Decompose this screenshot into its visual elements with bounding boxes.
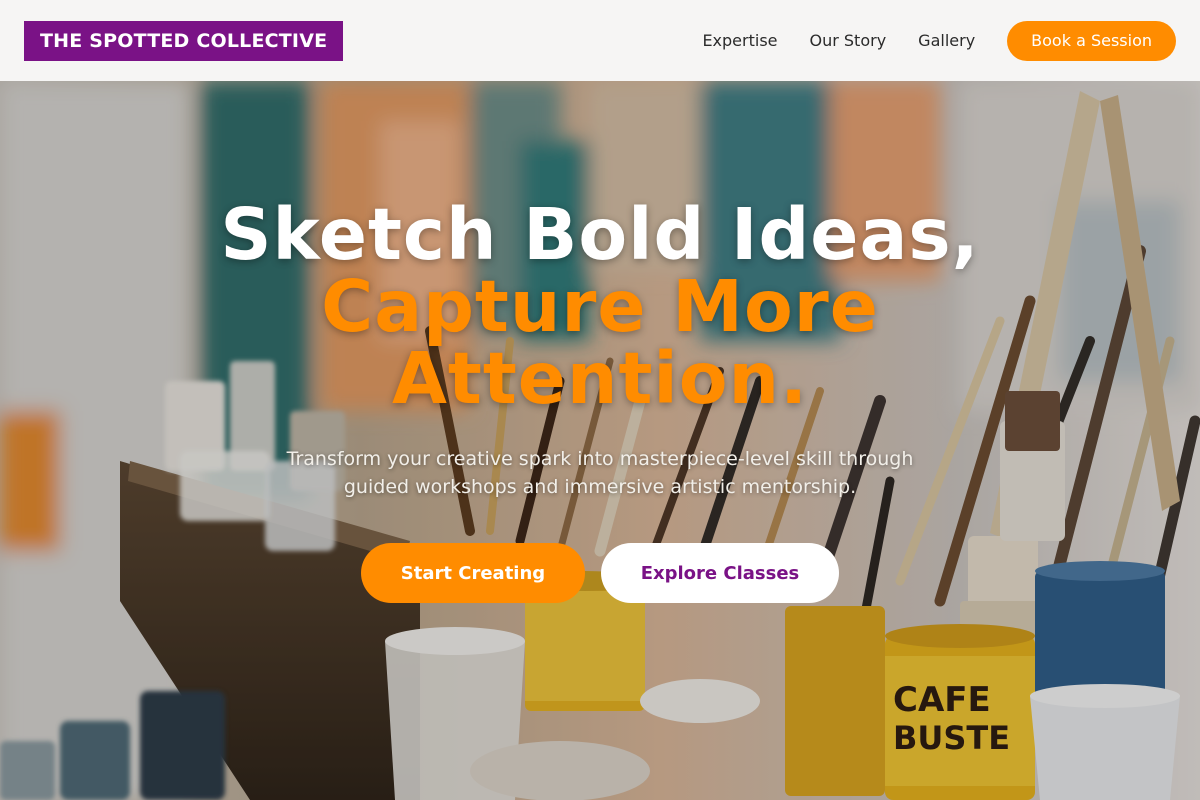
- hero-cta-row: Start Creating Explore Classes: [0, 543, 1200, 603]
- site-header: THE SPOTTED COLLECTIVE Expertise Our Sto…: [0, 0, 1200, 81]
- hero-headline: Sketch Bold Ideas, Capture More Attentio…: [0, 199, 1200, 415]
- hero-subtitle: Transform your creative spark into maste…: [286, 448, 914, 498]
- hero-section: CAFE BUSTE Sketch Bold Ideas, Capture Mo…: [0, 81, 1200, 800]
- nav-link-our-story[interactable]: Our Story: [810, 31, 887, 50]
- start-creating-button[interactable]: Start Creating: [361, 543, 585, 603]
- explore-classes-button[interactable]: Explore Classes: [601, 543, 839, 603]
- nav-link-expertise[interactable]: Expertise: [702, 31, 777, 50]
- brand-logo[interactable]: THE SPOTTED COLLECTIVE: [24, 20, 344, 61]
- nav-link-gallery[interactable]: Gallery: [918, 31, 975, 50]
- headline-line-orange: Capture More Attention.: [321, 265, 879, 420]
- hero-content: Sketch Bold Ideas, Capture More Attentio…: [0, 199, 1200, 603]
- landing-page: THE SPOTTED COLLECTIVE Expertise Our Sto…: [0, 0, 1200, 800]
- main-nav: Expertise Our Story Gallery Book a Sessi…: [702, 20, 1176, 61]
- book-session-button[interactable]: Book a Session: [1007, 20, 1176, 61]
- headline-line-white: Sketch Bold Ideas,: [220, 193, 980, 276]
